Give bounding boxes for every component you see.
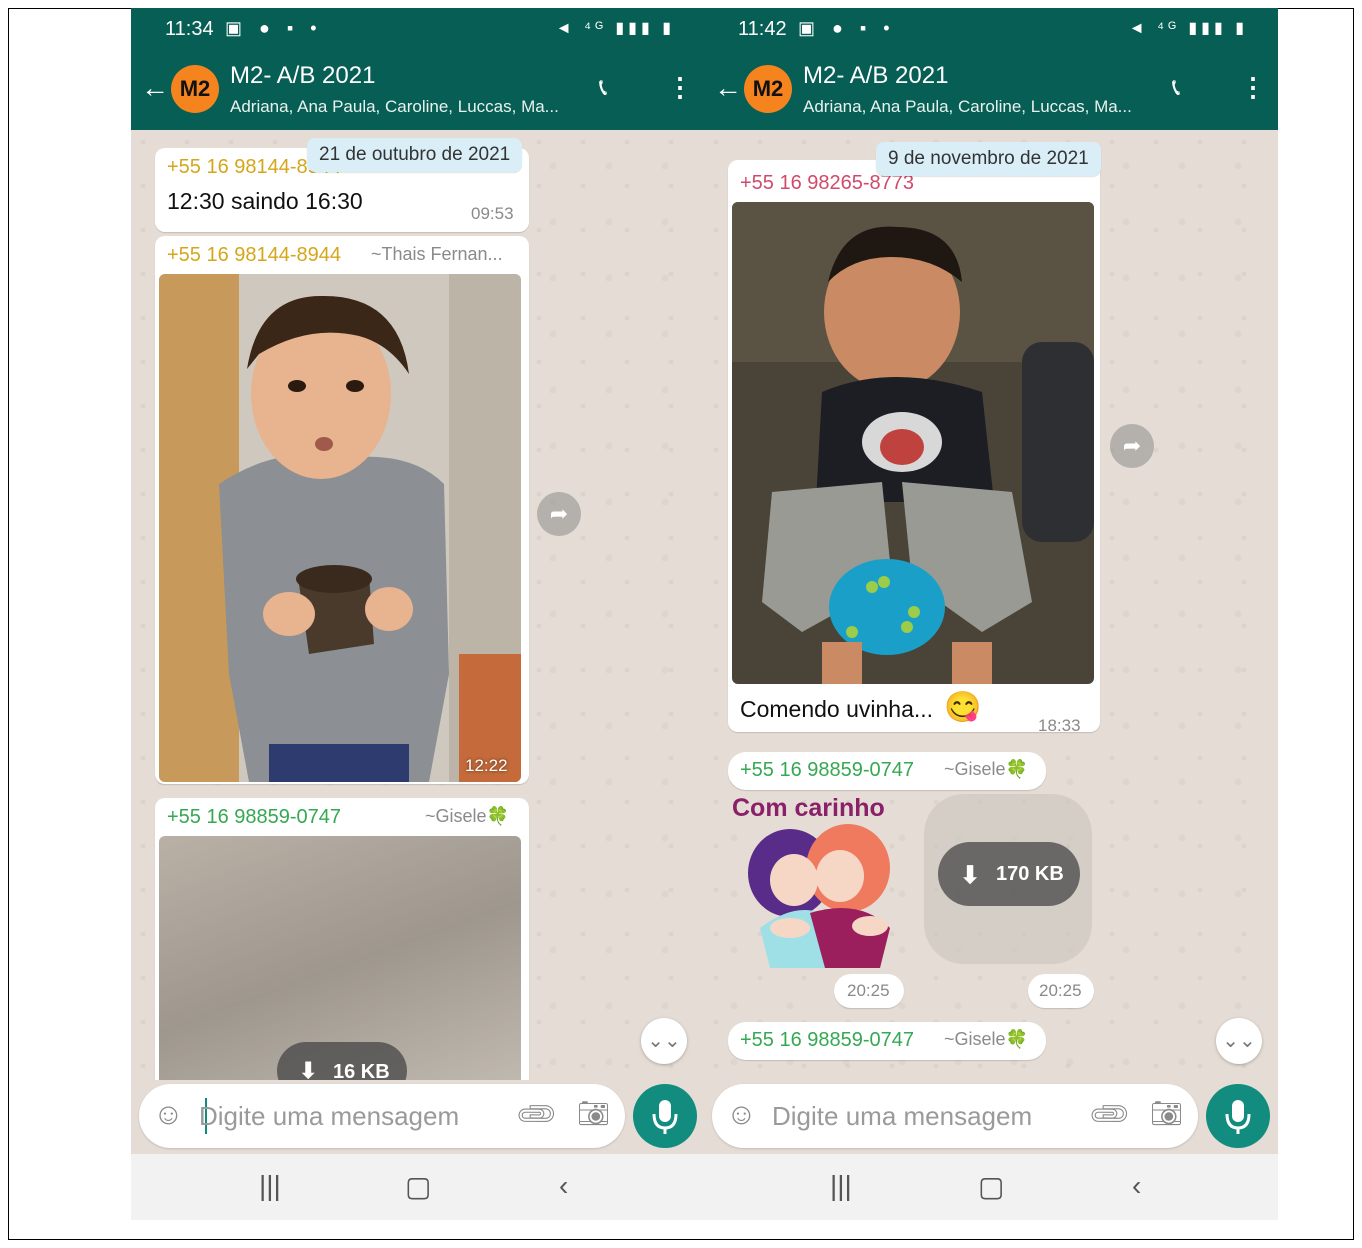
attach-icon[interactable]: 📎︎ [1086, 1090, 1134, 1138]
status-bar: 11:42 ▣ ● ▪ • ◄ ⁴ᴳ ▮▮▮ ▮ [704, 8, 1278, 50]
phone-left: 11:34 ▣ ● ▪ • ◄ ⁴ᴳ ▮▮▮ ▮ ← M2 M2- A/B 20… [131, 8, 705, 1220]
more-vert-icon[interactable]: ⋮ [667, 72, 693, 103]
message-time-chip: 20:25 [1028, 974, 1094, 1008]
download-button[interactable]: ⬇ 16 KB [277, 1042, 407, 1080]
more-vert-icon[interactable]: ⋮ [1240, 72, 1266, 103]
message-placeholder: Digite uma mensagem [772, 1101, 1033, 1131]
chat-area[interactable]: +55 16 98144-8944 12:30 saindo 16:30 09:… [131, 130, 705, 1080]
status-time: 11:42 [738, 18, 787, 40]
message-placeholder: Digite uma mensagem [199, 1101, 460, 1131]
message-photo[interactable]: 12:22 [159, 274, 521, 782]
sender-alias: ~Gisele🍀 [425, 806, 509, 826]
group-avatar[interactable]: M2 [744, 65, 792, 113]
message-time: 20:25 [1039, 981, 1082, 1000]
recent-apps-icon[interactable]: ||| [259, 1170, 281, 1202]
message-text: 12:30 saindo 16:30 [167, 188, 363, 214]
date-separator: 9 de novembro de 2021 [876, 142, 1101, 176]
download-icon: ⬇ [960, 862, 981, 889]
recent-apps-icon[interactable]: ||| [830, 1170, 852, 1202]
scroll-down-icon[interactable]: ⌄⌄ [1216, 1018, 1262, 1064]
camera-icon[interactable]: 📷︎ [577, 1098, 610, 1129]
forward-icon[interactable]: ➦ [537, 492, 581, 536]
status-time: 11:34 [165, 18, 214, 40]
notification-icons: ▣ ● ▪ • [798, 18, 896, 38]
blurred-photo-preview[interactable]: ⬇ 16 KB [159, 836, 521, 1080]
photo-boy-eating-grapes [732, 202, 1094, 684]
message-text: Comendo uvinha... [740, 696, 934, 722]
back-arrow-icon[interactable]: ← [141, 72, 169, 104]
message-sender: +55 16 98859-0747 [167, 806, 342, 828]
message-bubble[interactable]: +55 16 98859-0747 ~Gisele🍀 ⬇ 16 KB [155, 798, 529, 1080]
mic-button[interactable] [633, 1084, 697, 1148]
message-bubble[interactable]: +55 16 98265-8773 Comendo uvinha... 😋 18… [728, 160, 1100, 735]
sender-chip: +55 16 98859-0747 ~Gisele🍀 [728, 1022, 1046, 1060]
group-title[interactable]: M2- A/B 2021 [803, 62, 948, 90]
group-members[interactable]: Adriana, Ana Paula, Caroline, Luccas, Ma… [230, 97, 559, 117]
date-separator: 21 de outubro de 2021 [307, 138, 523, 172]
download-icon: ⬇ [299, 1058, 318, 1080]
status-bar: 11:34 ▣ ● ▪ • ◄ ⁴ᴳ ▮▮▮ ▮ [131, 8, 705, 50]
sticker[interactable]: Com carinho [730, 794, 920, 970]
sender-alias: ~Thais Fernan... [371, 244, 503, 264]
hug-sticker-illustration [748, 824, 890, 968]
message-time: 18:33 [1038, 716, 1081, 735]
scroll-down-icon[interactable]: ⌄⌄ [641, 1018, 687, 1064]
sender-alias: ~Gisele🍀 [944, 1029, 1028, 1049]
nav-back-icon[interactable]: ‹ [1132, 1170, 1141, 1202]
message-bubble[interactable]: +55 16 98144-8944 ~Thais Fernan... 12:22 [155, 236, 529, 784]
photo-boy-with-plant [159, 274, 521, 782]
message-input[interactable]: ☺ Digite uma mensagem 📎︎ 📷︎ [139, 1084, 625, 1148]
forward-icon[interactable]: ➦ [1110, 424, 1154, 468]
signal-battery-icons: ◄ ⁴ᴳ ▮▮▮ ▮ [555, 20, 675, 37]
add-call-icon[interactable]: 📞︎ [599, 74, 607, 102]
group-title[interactable]: M2- A/B 2021 [230, 62, 375, 90]
sender-chip: +55 16 98859-0747 ~Gisele🍀 [728, 752, 1046, 790]
message-time: 20:25 [847, 981, 890, 1000]
emoji-icon[interactable]: ☺ [153, 1098, 184, 1132]
home-icon[interactable]: ▢ [405, 1170, 431, 1203]
message-sender: +55 16 98144-8944 [167, 244, 342, 266]
camera-icon[interactable]: 📷︎ [1150, 1098, 1183, 1129]
message-photo[interactable] [732, 202, 1094, 684]
photo-time: 12:22 [465, 756, 508, 775]
attach-icon[interactable]: 📎︎ [513, 1090, 561, 1138]
phone-right: 11:42 ▣ ● ▪ • ◄ ⁴ᴳ ▮▮▮ ▮ ← M2 M2- A/B 20… [704, 8, 1278, 1220]
sender-alias: ~Gisele🍀 [944, 759, 1028, 779]
nav-back-icon[interactable]: ‹ [559, 1170, 568, 1202]
message-time-chip: 20:25 [834, 974, 904, 1008]
chat-header: ← M2 M2- A/B 2021 Adriana, Ana Paula, Ca… [704, 50, 1278, 130]
group-avatar[interactable]: M2 [171, 65, 219, 113]
mic-button[interactable] [1206, 1084, 1270, 1148]
system-nav-bar: ||| ▢ ‹ [131, 1154, 705, 1220]
system-nav-bar: ||| ▢ ‹ [704, 1154, 1278, 1220]
mic-icon [652, 1100, 678, 1134]
message-sender: +55 16 98859-0747 [740, 759, 915, 781]
signal-battery-icons: ◄ ⁴ᴳ ▮▮▮ ▮ [1128, 20, 1248, 37]
message-input[interactable]: ☺ Digite uma mensagem 📎︎ 📷︎ [712, 1084, 1198, 1148]
message-sender: +55 16 98859-0747 [740, 1029, 915, 1051]
chat-area[interactable]: +55 16 98265-8773 Comendo uvinha... 😋 18… [704, 130, 1278, 1080]
group-members[interactable]: Adriana, Ana Paula, Caroline, Luccas, Ma… [803, 97, 1132, 117]
sticker-placeholder[interactable]: ⬇ 170 KB [924, 794, 1092, 964]
emoji-yum-icon: 😋 [944, 691, 982, 724]
home-icon[interactable]: ▢ [978, 1170, 1004, 1203]
download-button[interactable]: ⬇ 170 KB [938, 842, 1080, 906]
notification-icons: ▣ ● ▪ • [225, 18, 323, 38]
add-call-icon[interactable]: 📞︎ [1172, 74, 1180, 102]
download-size: 16 KB [333, 1061, 390, 1080]
emoji-icon[interactable]: ☺ [726, 1098, 757, 1132]
download-size: 170 KB [996, 863, 1064, 885]
mic-icon [1225, 1100, 1251, 1134]
chat-header: ← M2 M2- A/B 2021 Adriana, Ana Paula, Ca… [131, 50, 705, 130]
message-time: 09:53 [471, 204, 514, 223]
back-arrow-icon[interactable]: ← [714, 72, 742, 104]
